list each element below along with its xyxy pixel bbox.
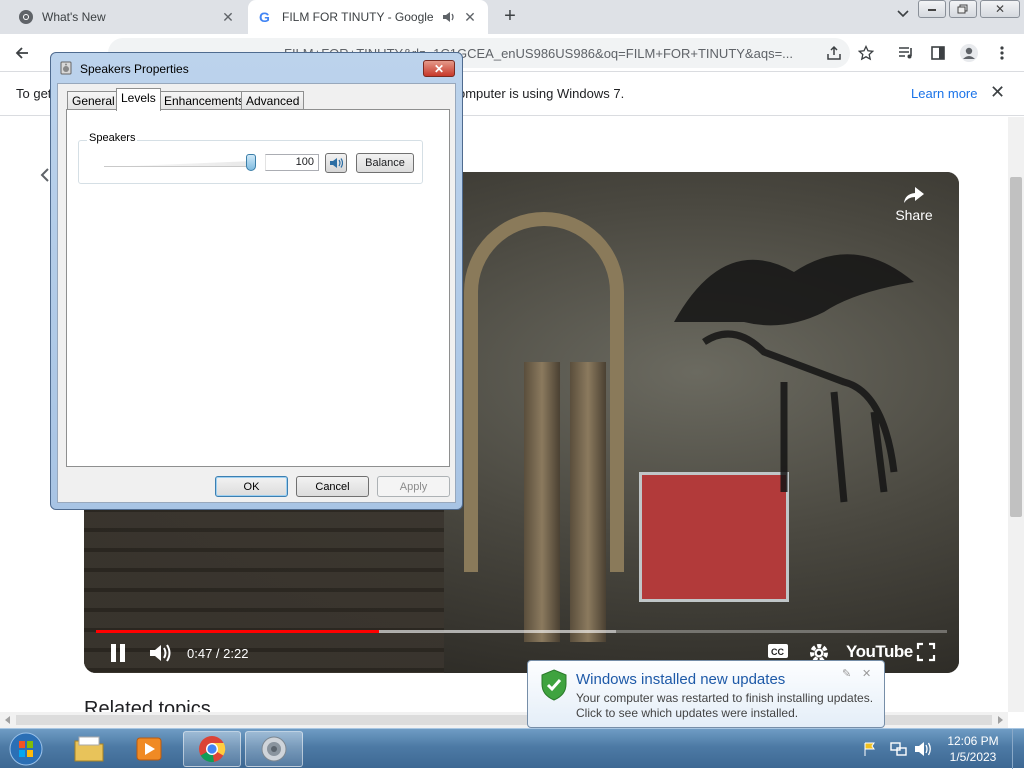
taskbar-clock[interactable]: 12:06 PM 1/5/2023 [940, 733, 1006, 765]
close-icon[interactable]: ✕ [990, 82, 1005, 103]
scrollbar-thumb[interactable] [1010, 177, 1022, 517]
wrench-icon[interactable]: ✎ [842, 667, 851, 680]
back-arrow-icon[interactable] [12, 43, 32, 63]
taskbar-explorer[interactable] [60, 731, 118, 767]
share-arrow-icon [904, 187, 924, 203]
google-icon: G [258, 9, 274, 25]
mute-button[interactable] [325, 153, 347, 173]
taskbar-chrome[interactable] [183, 731, 241, 767]
volume-slider-baseline [104, 166, 254, 167]
media-player-icon [136, 737, 162, 761]
volume-slider-thumb[interactable] [246, 154, 256, 171]
windows-start-icon [9, 732, 43, 766]
vertical-scrollbar[interactable] [1008, 117, 1024, 712]
notification-title: Windows installed new updates [576, 671, 786, 688]
captions-button[interactable]: CC [767, 642, 789, 660]
action-center-flag-icon[interactable] [862, 741, 878, 757]
chrome-icon [18, 9, 34, 25]
speakers-group-label: Speakers [87, 132, 138, 144]
video-scene-pillar [570, 362, 606, 642]
restore-button[interactable] [949, 0, 977, 18]
notification-line-2: Click to see which updates were installe… [576, 706, 799, 720]
shield-check-icon [541, 669, 567, 701]
apply-button[interactable]: Apply [377, 476, 450, 497]
clock-date: 1/5/2023 [949, 750, 997, 764]
profile-avatar-icon[interactable] [959, 43, 979, 63]
network-icon[interactable] [890, 741, 908, 757]
ok-button[interactable]: OK [215, 476, 288, 497]
share-button[interactable]: Share [892, 186, 936, 223]
scroll-left-icon[interactable] [4, 716, 12, 724]
svg-text:G: G [259, 9, 270, 25]
side-panel-icon[interactable] [928, 43, 948, 63]
dialog-close-button[interactable]: ✕ [423, 60, 455, 77]
fullscreen-icon [916, 642, 936, 662]
new-tab-button[interactable]: + [498, 5, 522, 28]
dialog-body: General Levels Enhancements Advanced Spe… [57, 83, 456, 503]
speaker-icon[interactable] [442, 11, 456, 23]
windows-update-notification[interactable]: Windows installed new updates Your compu… [527, 660, 885, 728]
svg-text:CC: CC [771, 647, 784, 657]
infobar-text-end: omputer is using Windows 7. [458, 86, 625, 101]
minimize-button[interactable] [918, 0, 946, 18]
volume-button[interactable] [148, 642, 172, 664]
volume-value-field[interactable]: 100 [265, 154, 319, 171]
taskbar-media-player[interactable] [120, 731, 178, 767]
volume-icon [150, 644, 171, 662]
media-control-icon[interactable] [896, 43, 916, 63]
tab-enhancements[interactable]: Enhancements [159, 91, 250, 110]
pause-button[interactable] [108, 642, 128, 664]
close-icon[interactable]: ✕ [862, 667, 871, 680]
tab-general[interactable]: General [67, 91, 120, 110]
tab-title: FILM FOR TINUTY - Google [282, 10, 434, 24]
clock-time: 12:06 PM [947, 734, 999, 748]
speaker-icon [261, 736, 287, 762]
show-desktop-button[interactable] [1012, 729, 1024, 769]
share-page-icon[interactable] [824, 43, 844, 63]
chevron-down-icon[interactable] [896, 8, 910, 22]
close-window-button[interactable]: ✕ [980, 0, 1020, 18]
cc-icon: CC [768, 644, 788, 658]
related-topics-heading: Related topics [84, 698, 211, 712]
video-progress-bar[interactable] [96, 630, 947, 633]
elk-skeleton-icon [674, 254, 914, 503]
windows-taskbar: 12:06 PM 1/5/2023 [0, 728, 1024, 769]
video-scene-pillar [524, 362, 560, 642]
volume-icon[interactable] [914, 741, 932, 757]
tab-close-icon[interactable]: ✕ [462, 9, 478, 26]
tab-title: What's New [42, 10, 106, 24]
share-label: Share [895, 207, 933, 223]
levels-panel: Speakers 100 Balance [66, 109, 450, 467]
pause-icon [111, 644, 125, 662]
video-time: 0:47 / 2:22 [187, 646, 249, 661]
tab-film-for-tinuty[interactable]: G FILM FOR TINUTY - Google ✕ [248, 0, 488, 34]
balance-button[interactable]: Balance [356, 153, 414, 173]
bookmark-star-icon[interactable] [856, 43, 876, 63]
notification-line-1: Your computer was restarted to finish in… [576, 691, 874, 705]
tab-levels[interactable]: Levels [116, 88, 161, 111]
folder-icon [74, 736, 104, 762]
learn-more-link[interactable]: Learn more [911, 86, 977, 101]
chrome-icon [199, 736, 226, 763]
speakers-properties-dialog: Speakers Properties ✕ General Levels Enh… [50, 52, 463, 510]
dialog-title: Speakers Properties [80, 62, 189, 76]
infobar-text-start: To get [16, 86, 52, 101]
progress-played [96, 630, 379, 633]
fullscreen-button[interactable] [916, 642, 936, 662]
tab-strip: What's New ✕ G FILM FOR TINUTY - Google … [0, 0, 1024, 34]
scroll-right-icon[interactable] [996, 716, 1004, 724]
tab-whats-new[interactable]: What's New ✕ [8, 0, 246, 34]
youtube-logo[interactable]: YouTube [846, 642, 913, 662]
kebab-menu-icon[interactable] [992, 43, 1012, 63]
cancel-button[interactable]: Cancel [296, 476, 369, 497]
tab-close-icon[interactable]: ✕ [220, 9, 236, 26]
window-controls: ✕ [915, 0, 1020, 18]
speaker-icon [330, 158, 343, 168]
start-button[interactable] [4, 731, 48, 767]
speakers-level-group: Speakers 100 Balance [78, 132, 423, 184]
speaker-device-icon [60, 61, 72, 75]
taskbar-sound[interactable] [245, 731, 303, 767]
tab-advanced[interactable]: Advanced [241, 91, 305, 110]
